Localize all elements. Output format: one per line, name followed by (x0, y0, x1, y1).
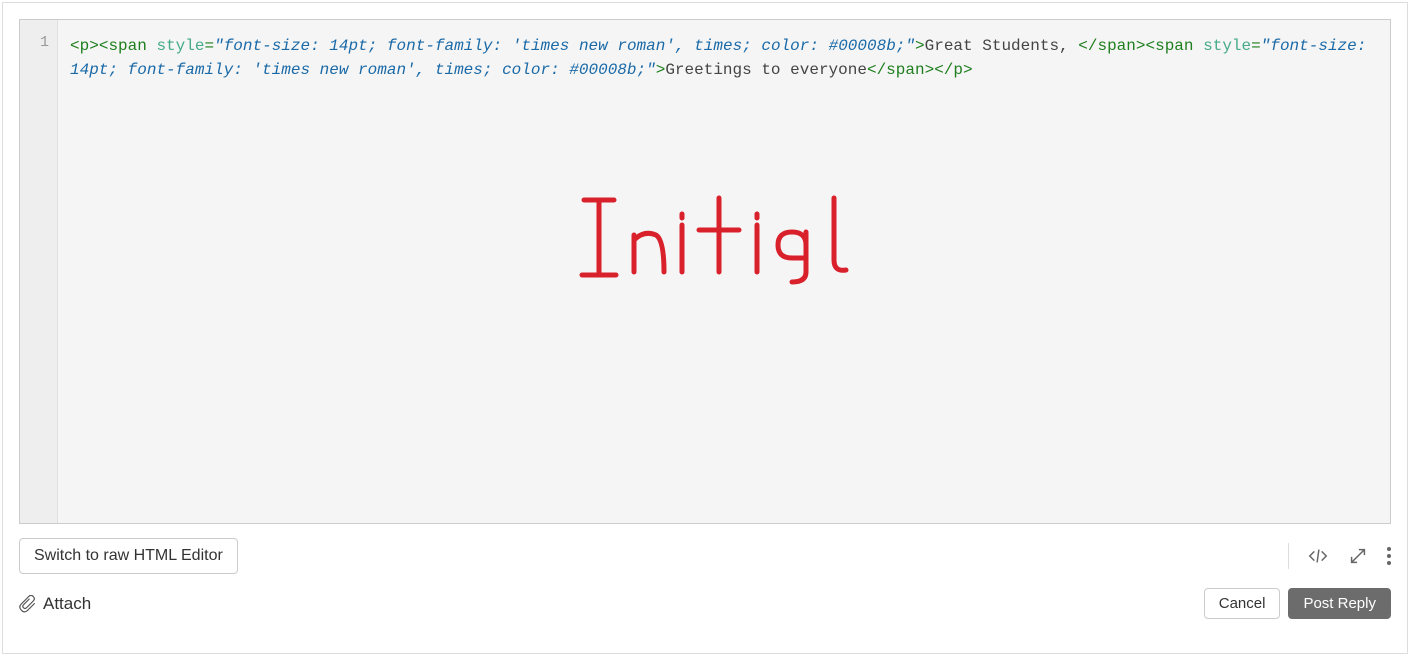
line-gutter: 1 (20, 20, 58, 523)
more-options-icon[interactable] (1387, 547, 1391, 565)
footer-buttons: Cancel Post Reply (1204, 588, 1391, 619)
paperclip-icon (19, 595, 37, 613)
toolbar-divider (1288, 543, 1289, 569)
code-content[interactable]: <p><span style="font-size: 14pt; font-fa… (58, 20, 1390, 523)
switch-editor-button[interactable]: Switch to raw HTML Editor (19, 538, 238, 574)
editor-container: 1 <p><span style="font-size: 14pt; font-… (2, 2, 1408, 654)
toolbar-icons (1288, 543, 1391, 569)
footer: Attach Cancel Post Reply (19, 588, 1391, 619)
attach-button[interactable]: Attach (19, 594, 91, 614)
html-view-icon[interactable] (1307, 545, 1329, 567)
post-reply-button[interactable]: Post Reply (1288, 588, 1391, 619)
code-editor[interactable]: 1 <p><span style="font-size: 14pt; font-… (19, 19, 1391, 524)
editor-toolbar: Switch to raw HTML Editor (19, 538, 1391, 574)
handwriting-overlay (574, 190, 874, 300)
cancel-button[interactable]: Cancel (1204, 588, 1281, 619)
line-number: 1 (20, 34, 57, 51)
fullscreen-icon[interactable] (1347, 545, 1369, 567)
attach-label: Attach (43, 594, 91, 614)
